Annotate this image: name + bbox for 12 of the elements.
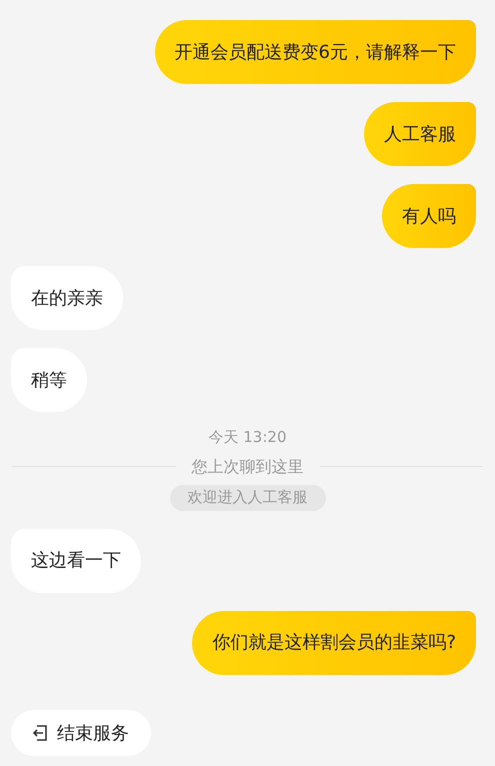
sent-message: 有人吗 xyxy=(382,184,476,248)
sent-message: 人工客服 xyxy=(364,102,476,166)
sent-message: 你们就是这样割会员的韭菜吗? xyxy=(192,610,476,674)
sent-message: 开通会员配送费变6元，请解释一下 xyxy=(154,20,476,84)
exit-icon xyxy=(33,724,49,742)
received-message: 这边看一下 xyxy=(11,528,141,592)
system-notice: 欢迎进入人工客服 xyxy=(170,484,326,510)
received-message: 稍等 xyxy=(11,348,87,412)
history-divider-label: 您上次聊到这里 xyxy=(192,456,304,478)
end-service-button[interactable]: 结束服务 xyxy=(11,710,151,756)
timestamp: 今天 13:20 xyxy=(208,427,286,448)
received-message: 在的亲亲 xyxy=(11,266,123,330)
